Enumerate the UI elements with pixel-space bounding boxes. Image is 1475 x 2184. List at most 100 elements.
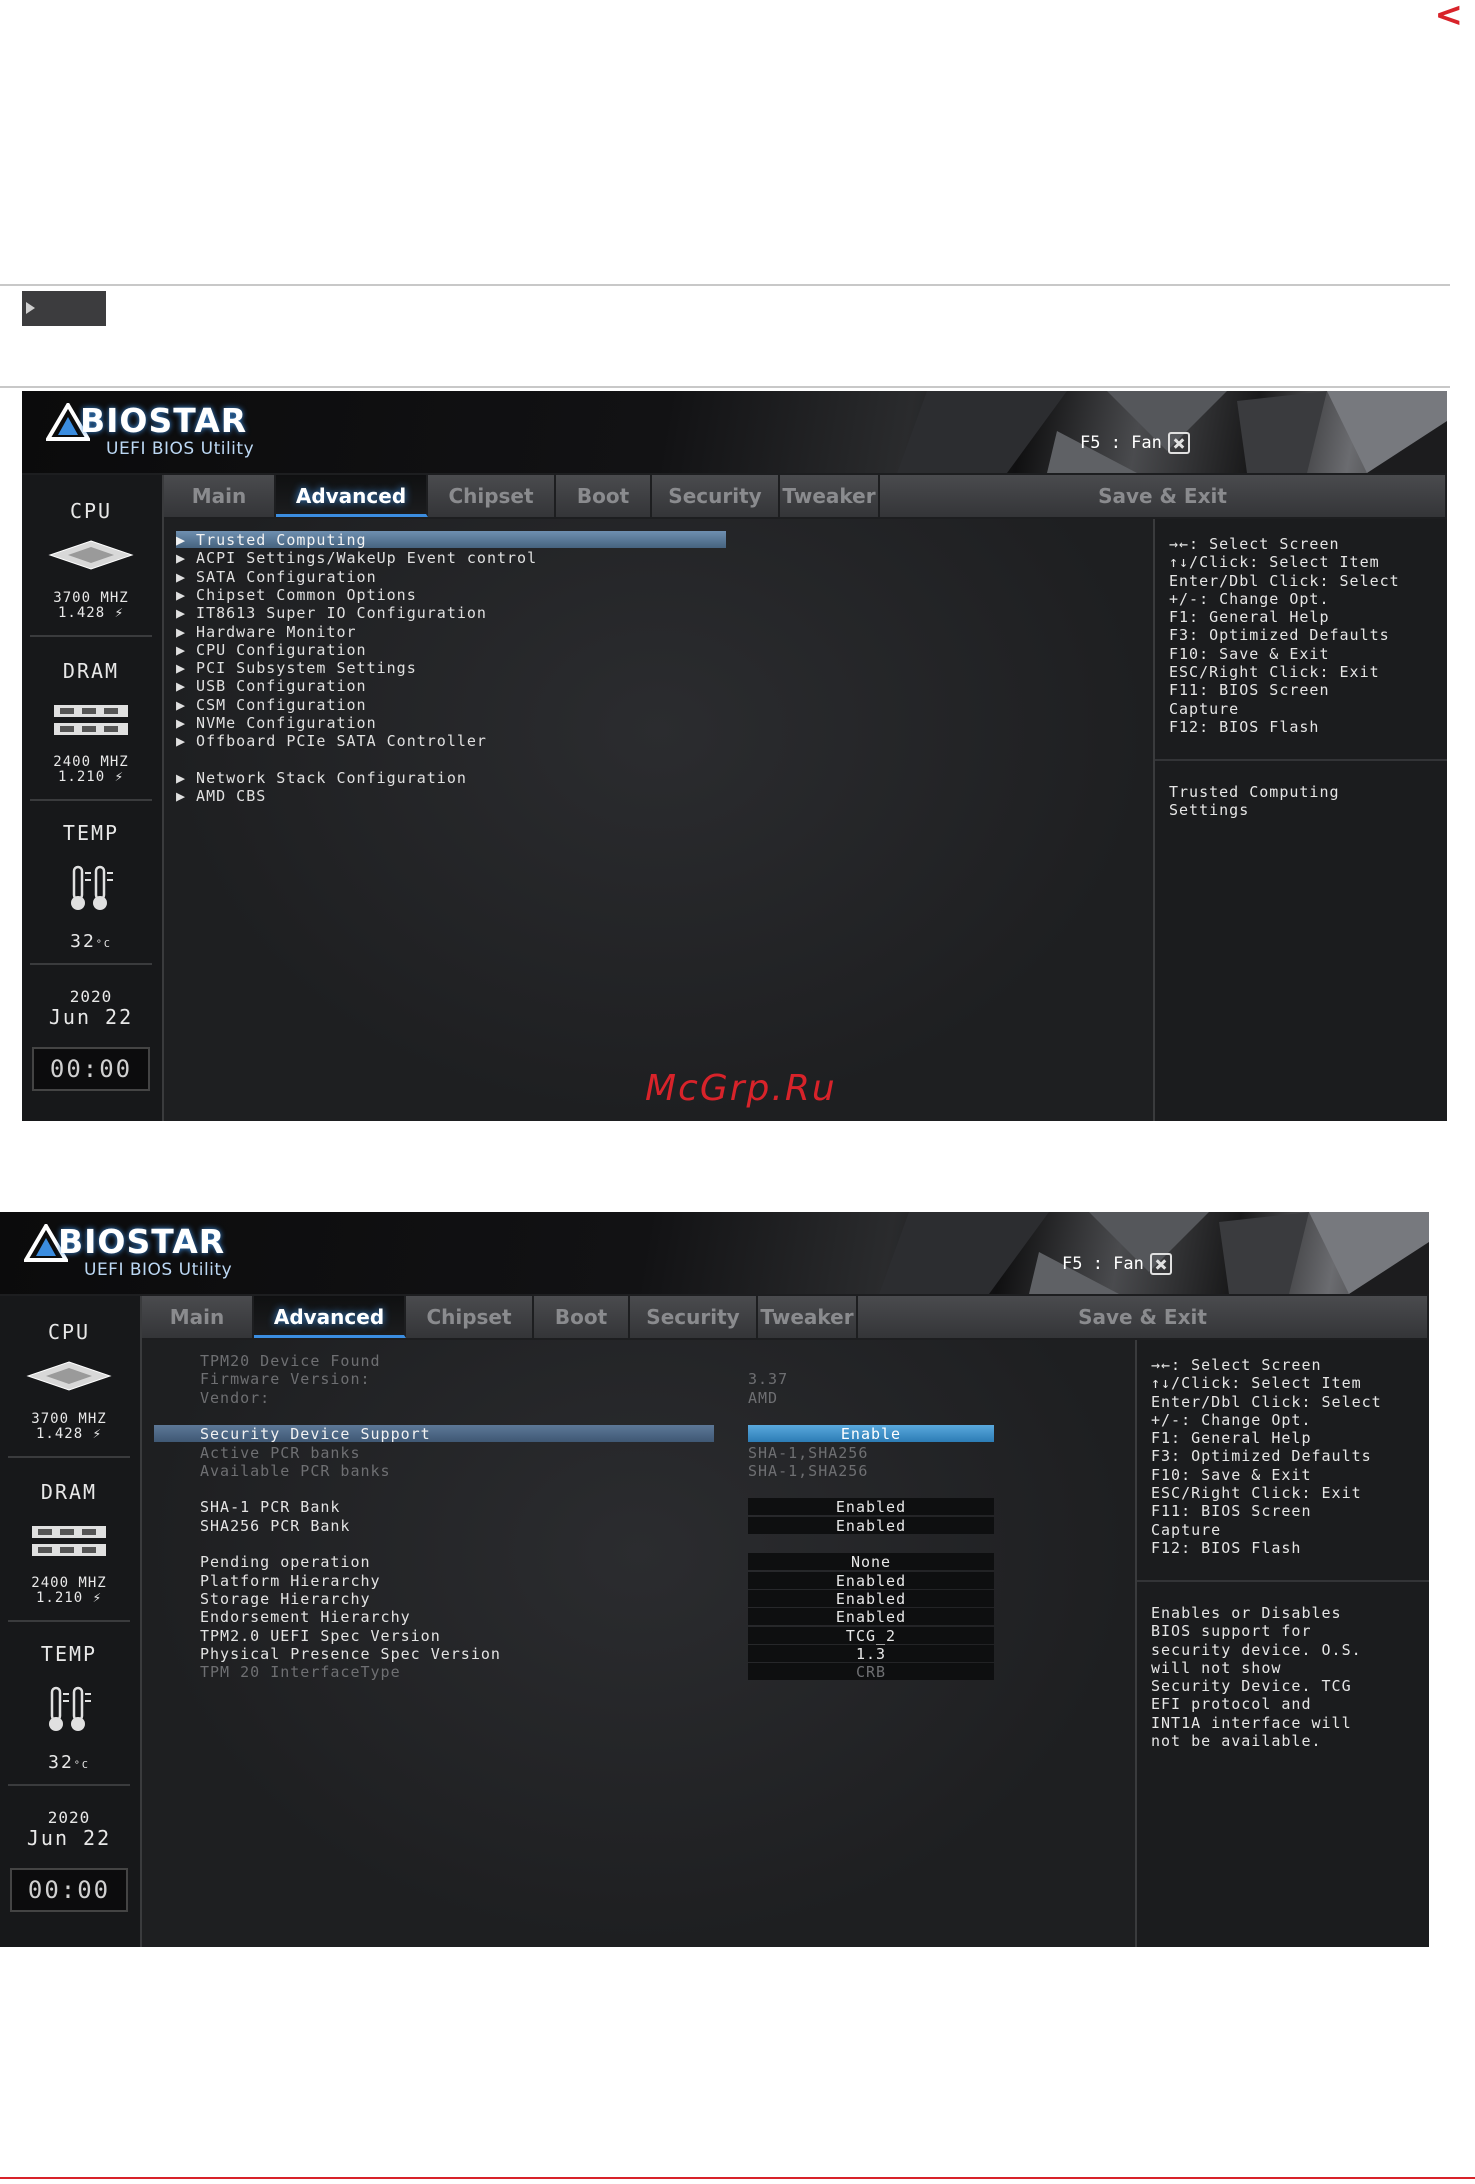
option-value-pending-operation[interactable]: None xyxy=(748,1553,994,1571)
option-value-physical-presence-spec-version[interactable]: 1.3 xyxy=(748,1644,994,1663)
status-sidebar: CPU 3700 MHZ 1.428 ⚡ DRAM 2400 MHZ 1.210… xyxy=(22,475,164,1121)
cpu-frequency: 3700 MHZ xyxy=(53,590,129,606)
tab-save-exit[interactable]: Save & Exit xyxy=(858,1296,1429,1338)
menu-item-sata-configuration[interactable]: ▶ SATA Configuration xyxy=(176,568,377,586)
option-value-platform-hierarchy[interactable]: Enabled xyxy=(748,1571,994,1590)
menu-item-hardware-monitor[interactable]: ▶ Hardware Monitor xyxy=(176,623,357,641)
option-label-pending-operation[interactable]: Pending operation xyxy=(200,1553,371,1571)
fan-hotkey-label[interactable]: F5 : Fan xyxy=(1062,1254,1144,1274)
tab-chipset[interactable]: Chipset xyxy=(406,1296,534,1338)
bios-screen-advanced: BIOSTAR UEFI BIOS Utility F5 : Fan CPU 3… xyxy=(22,391,1447,1121)
fan-hotkey-label[interactable]: F5 : Fan xyxy=(1080,433,1162,453)
help-key-line: Enter/Dbl Click: Select xyxy=(1169,571,1400,590)
help-key-line: +/-: Change Opt. xyxy=(1151,1410,1312,1429)
decorative-shards xyxy=(897,391,1447,473)
dram-voltage: 1.210 ⚡ xyxy=(0,1591,138,1606)
option-value-security-device-support[interactable]: Enable xyxy=(748,1425,994,1443)
menu-item-it8613-super-io-configuration[interactable]: ▶ IT8613 Super IO Configuration xyxy=(176,604,487,622)
help-key-line: F3: Optimized Defaults xyxy=(1169,626,1390,645)
option-label-endorsement-hierarchy[interactable]: Endorsement Hierarchy xyxy=(200,1608,411,1626)
option-label-platform-hierarchy[interactable]: Platform Hierarchy xyxy=(200,1572,381,1590)
menu-item-network-stack-configuration[interactable]: ▶ Network Stack Configuration xyxy=(176,769,467,787)
option-value-active-pcr-banks: SHA-1,SHA256 xyxy=(748,1443,869,1462)
option-value-firmware-version: 3.37 xyxy=(748,1370,789,1389)
cpu-voltage-value: 1.428 xyxy=(57,605,106,621)
fan-icon[interactable] xyxy=(1168,432,1190,454)
logo-text: BIOSTAR xyxy=(58,1222,226,1261)
help-key-line: →←: Select Screen xyxy=(1169,535,1340,553)
option-value-endorsement-hierarchy[interactable]: Enabled xyxy=(748,1608,994,1626)
dram-voltage: 1.210 ⚡ xyxy=(22,770,160,785)
tab-tweaker[interactable]: Tweaker xyxy=(758,1296,858,1338)
description-line: Trusted Computing xyxy=(1169,783,1340,801)
item-description: Enables or Disables BIOS support for secur… xyxy=(1151,1604,1362,1750)
help-key-line: F1: General Help xyxy=(1151,1429,1312,1448)
menu-item-cpu-configuration[interactable]: ▶ CPU Configuration xyxy=(176,641,367,659)
description-line: INT1A interface will xyxy=(1151,1713,1352,1732)
tab-advanced[interactable]: Advanced xyxy=(276,475,428,517)
menu-item-acpi-settings-wakeup-event-control[interactable]: ▶ ACPI Settings/WakeUp Event control xyxy=(176,549,537,567)
clock-display: 00:00 xyxy=(32,1047,150,1091)
help-key-line: ↑↓/Click: Select Item xyxy=(1151,1374,1362,1393)
menu-item-csm-configuration[interactable]: ▶ CSM Configuration xyxy=(176,696,367,714)
help-panel: →←: Select Screen ↑↓/Click: Select Item En… xyxy=(1153,519,1447,1121)
dram-label: DRAM xyxy=(40,1480,98,1504)
option-label-security-device-support[interactable]: Security Device Support xyxy=(154,1425,714,1443)
menu-item-trusted-computing[interactable]: ▶ Trusted Computing xyxy=(176,531,726,549)
top-rule xyxy=(0,284,1450,286)
help-key-line: F12: BIOS Flash xyxy=(1169,717,1320,736)
menu-item-amd-cbs[interactable]: ▶ AMD CBS xyxy=(176,787,266,805)
menu-item-nvme-configuration[interactable]: ▶ NVMe Configuration xyxy=(176,714,377,732)
option-label-tpm2-0-uefi-spec-version[interactable]: TPM2.0 UEFI Spec Version xyxy=(200,1627,441,1645)
sidebar-divider xyxy=(30,799,152,801)
menu-tabs: Main Advanced Chipset Boot Security Tweaker Sa… xyxy=(142,1296,1429,1338)
bios-header: BIOSTAR UEFI BIOS Utility F5 : Fan xyxy=(22,391,1447,473)
section-rule xyxy=(0,386,1450,388)
tab-main[interactable]: Main xyxy=(142,1296,254,1338)
tab-advanced[interactable]: Advanced xyxy=(254,1296,406,1338)
temp-value: 32 xyxy=(48,1752,74,1773)
option-value-storage-hierarchy[interactable]: Enabled xyxy=(748,1589,994,1608)
bios-screen-trusted-computing: BIOSTAR UEFI BIOS Utility F5 : Fan CPU 3… xyxy=(0,1212,1429,1947)
menu-item-pci-subsystem-settings[interactable]: ▶ PCI Subsystem Settings xyxy=(176,659,417,677)
option-label-sha-1-pcr-bank[interactable]: SHA-1 PCR Bank xyxy=(200,1498,340,1516)
help-key-line: +/-: Change Opt. xyxy=(1169,589,1330,608)
tab-boot[interactable]: Boot xyxy=(556,475,652,517)
tab-main[interactable]: Main xyxy=(164,475,276,517)
help-key-line: F12: BIOS Flash xyxy=(1151,1538,1302,1557)
option-label-storage-hierarchy[interactable]: Storage Hierarchy xyxy=(200,1590,371,1608)
tab-boot[interactable]: Boot xyxy=(534,1296,630,1338)
description-line: security device. O.S. xyxy=(1151,1640,1362,1659)
temp-reading: 32°C xyxy=(0,1752,138,1773)
tab-security[interactable]: Security xyxy=(652,475,780,517)
logo-text: BIOSTAR xyxy=(80,401,248,440)
option-label-sha256-pcr-bank[interactable]: SHA256 PCR Bank xyxy=(200,1517,350,1535)
option-value-sha256-pcr-bank[interactable]: Enabled xyxy=(748,1516,994,1535)
fan-icon[interactable] xyxy=(1150,1253,1172,1275)
option-value-sha-1-pcr-bank[interactable]: Enabled xyxy=(748,1498,994,1516)
menu-item-chipset-common-options[interactable]: ▶ Chipset Common Options xyxy=(176,586,417,604)
help-keys: →←: Select Screen ↑↓/Click: Select Item En… xyxy=(1151,1356,1382,1557)
tab-save-exit[interactable]: Save & Exit xyxy=(880,475,1447,517)
tab-chipset[interactable]: Chipset xyxy=(428,475,556,517)
option-label-tpm20-device-found: TPM20 Device Found xyxy=(200,1352,381,1370)
help-key-line: F3: Optimized Defaults xyxy=(1151,1447,1372,1466)
cpu-chip-icon xyxy=(48,540,134,570)
cpu-label: CPU xyxy=(47,1320,91,1344)
help-key-line: Capture xyxy=(1151,1520,1222,1539)
help-key-line: →←: Select Screen xyxy=(1151,1356,1322,1374)
option-value-vendor: AMD xyxy=(748,1388,779,1407)
logo-subtitle: UEFI BIOS Utility xyxy=(106,439,255,459)
menu-item-offboard-pcie-sata-controller[interactable]: ▶ Offboard PCIe SATA Controller xyxy=(176,732,487,750)
option-value-tpm2-0-uefi-spec-version[interactable]: TCG_2 xyxy=(748,1626,994,1645)
tab-tweaker[interactable]: Tweaker xyxy=(780,475,880,517)
help-key-line: F11: BIOS Screen xyxy=(1169,681,1330,700)
dram-frequency: 2400 MHZ xyxy=(53,754,129,770)
help-key-line: F11: BIOS Screen xyxy=(1151,1502,1312,1521)
option-label-physical-presence-spec-version[interactable]: Physical Presence Spec Version xyxy=(200,1645,501,1663)
tab-security[interactable]: Security xyxy=(630,1296,758,1338)
page-arrow[interactable]: < xyxy=(1435,0,1464,32)
menu-item-usb-configuration[interactable]: ▶ USB Configuration xyxy=(176,677,367,695)
sidebar-divider xyxy=(30,635,152,637)
item-description: Trusted Computing Settings xyxy=(1169,783,1340,820)
